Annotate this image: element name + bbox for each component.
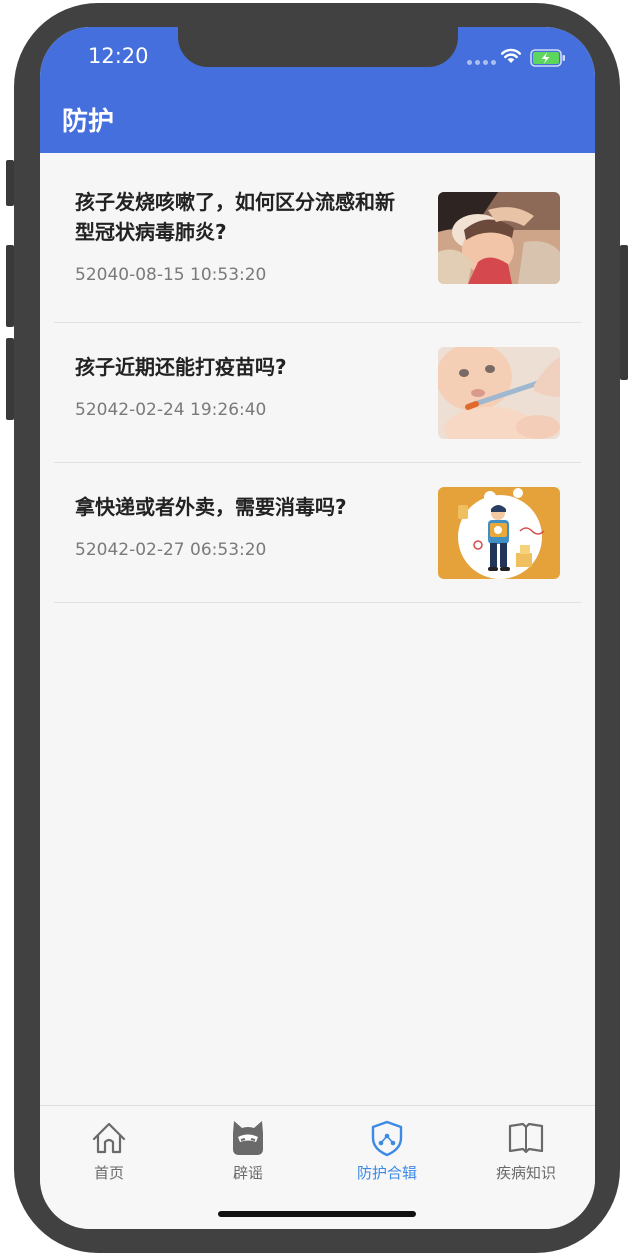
phone-screen: 12:20 防护 孩子发烧咳嗽了，如何区分流感和新型冠状病毒肺炎? 52040-… xyxy=(40,27,595,1229)
mute-switch xyxy=(6,160,14,206)
cellular-signal-icon xyxy=(467,60,496,65)
delivery-thumbnail xyxy=(438,487,560,579)
article-date: 52042-02-27 06:53:20 xyxy=(75,540,267,560)
book-icon xyxy=(508,1122,544,1154)
power-button xyxy=(620,245,628,380)
article-list: 孩子发烧咳嗽了，如何区分流感和新型冠状病毒肺炎? 52040-08-15 10:… xyxy=(40,153,595,603)
status-bar: 12:20 xyxy=(40,27,595,89)
tab-label: 疾病知识 xyxy=(495,1164,556,1182)
shield-icon xyxy=(371,1120,403,1157)
volume-up-button xyxy=(6,245,14,327)
tab-label: 首页 xyxy=(93,1164,124,1182)
article-item[interactable]: 孩子发烧咳嗽了，如何区分流感和新型冠状病毒肺炎? 52040-08-15 10:… xyxy=(54,153,581,323)
article-title: 拿快递或者外卖，需要消毒吗? xyxy=(75,495,347,519)
home-indicator[interactable] xyxy=(218,1211,416,1217)
tab-rumor[interactable]: 辟谣 xyxy=(188,1118,308,1183)
article-date: 52040-08-15 10:53:20 xyxy=(75,265,267,285)
home-icon xyxy=(92,1122,126,1154)
article-title: 孩子发烧咳嗽了，如何区分流感和新型冠状病毒肺炎? xyxy=(75,190,395,244)
tab-label: 辟谣 xyxy=(232,1164,263,1182)
tab-protection[interactable]: 防护合辑 xyxy=(327,1118,447,1183)
sick-child-thumbnail xyxy=(438,192,560,284)
tab-label: 防护合辑 xyxy=(356,1164,417,1182)
tab-disease[interactable]: 疾病知识 xyxy=(466,1118,586,1183)
mask-face-icon xyxy=(233,1121,263,1155)
wifi-icon xyxy=(501,48,521,63)
article-title: 孩子近期还能打疫苗吗? xyxy=(75,355,287,379)
tab-home[interactable]: 首页 xyxy=(49,1118,169,1183)
page-title: 防护 xyxy=(62,107,115,137)
status-time: 12:20 xyxy=(88,44,149,68)
article-item[interactable]: 拿快递或者外卖，需要消毒吗? 52042-02-27 06:53:20 xyxy=(54,463,581,603)
navigation-bar: 防护 xyxy=(40,89,595,153)
article-date: 52042-02-24 19:26:40 xyxy=(75,400,267,420)
battery-charging-icon xyxy=(530,49,565,67)
article-item[interactable]: 孩子近期还能打疫苗吗? 52042-02-24 19:26:40 xyxy=(54,323,581,463)
volume-down-button xyxy=(6,338,14,420)
baby-vaccine-thumbnail xyxy=(438,347,560,439)
notch xyxy=(178,27,458,67)
